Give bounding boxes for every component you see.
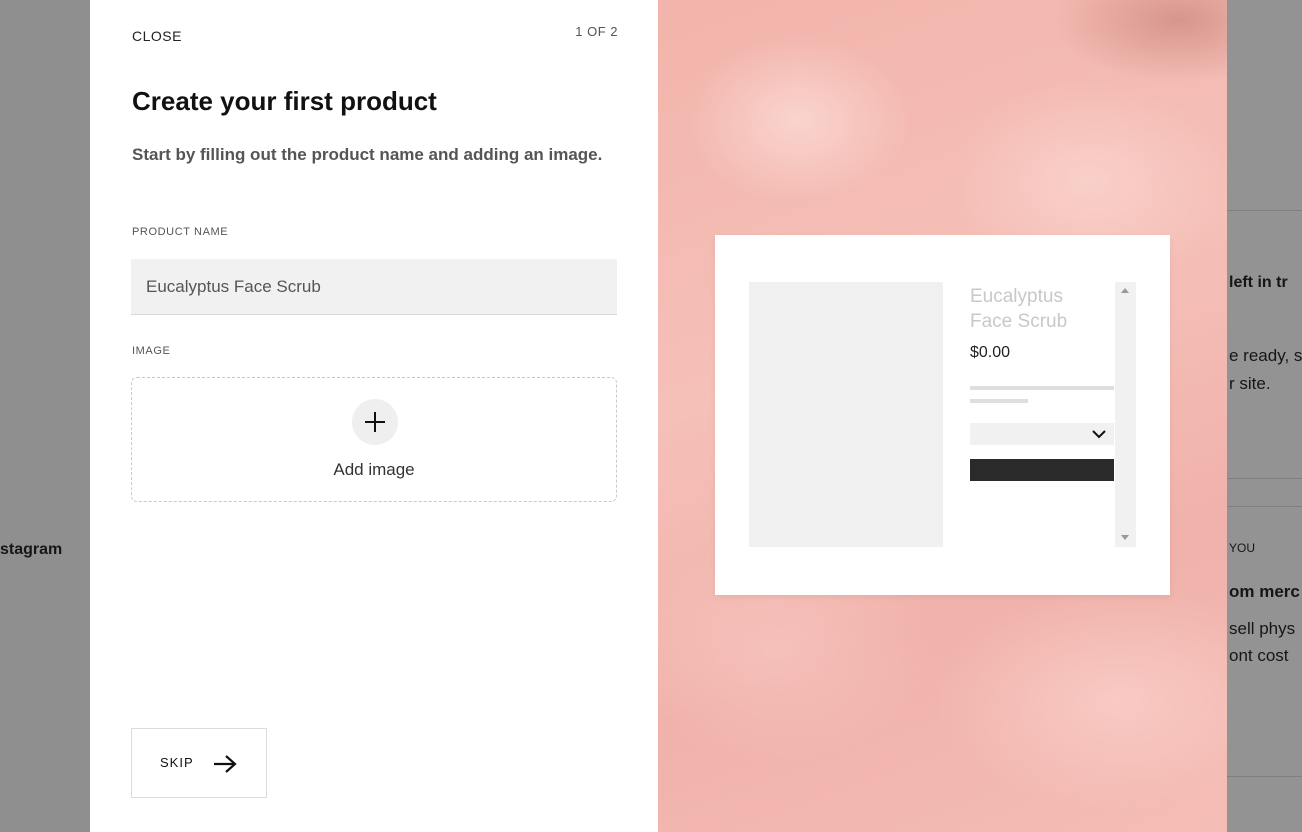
preview-add-to-cart-button [970, 459, 1114, 481]
background-divider [1227, 210, 1302, 211]
close-button[interactable]: CLOSE [132, 28, 182, 44]
preview-price: $0.00 [970, 344, 1011, 361]
arrow-right-icon [214, 755, 237, 773]
background-site-text: r site. [1229, 374, 1271, 393]
add-image-button[interactable] [352, 399, 398, 445]
preview-product-name: Eucalyptus Face Scrub [970, 286, 1068, 332]
image-label: IMAGE [132, 345, 171, 357]
plus-icon [365, 412, 385, 432]
background-you-label: YOU [1229, 541, 1256, 555]
add-image-dropzone[interactable]: Add image [131, 377, 617, 502]
modal-title: Create your first product [132, 86, 437, 116]
preview-variant-select [970, 423, 1114, 445]
background-sell-text: sell phys [1229, 619, 1296, 638]
chevron-down-icon [1092, 430, 1106, 439]
scroll-down-icon [1121, 535, 1129, 540]
background-instagram-text: stagram [0, 541, 63, 558]
background-merch-text: om merc [1229, 582, 1300, 601]
background-divider [1227, 478, 1302, 479]
preview-scrollbar [1115, 282, 1136, 547]
skip-button[interactable]: SKIP [131, 728, 267, 798]
product-preview-card: Eucalyptus Face Scrub $0.00 [715, 235, 1170, 595]
scroll-up-icon [1121, 288, 1129, 293]
add-image-label: Add image [333, 460, 415, 479]
preview-description-line [970, 399, 1028, 403]
background-divider [1227, 776, 1302, 777]
background-ready-text: e ready, s [1229, 346, 1302, 365]
skip-label: SKIP [160, 755, 194, 770]
product-name-label: PRODUCT NAME [132, 226, 229, 238]
background-trial-text: left in tr [1229, 274, 1288, 291]
product-name-input[interactable] [131, 259, 617, 315]
preview-description-line [970, 386, 1114, 390]
step-indicator: 1 OF 2 [575, 24, 618, 39]
preview-image-placeholder [749, 282, 943, 547]
background-divider [1227, 506, 1302, 507]
modal-subtitle: Start by filling out the product name an… [132, 145, 603, 164]
background-cost-text: ont cost [1229, 646, 1289, 665]
background-right-panel [1227, 0, 1302, 832]
